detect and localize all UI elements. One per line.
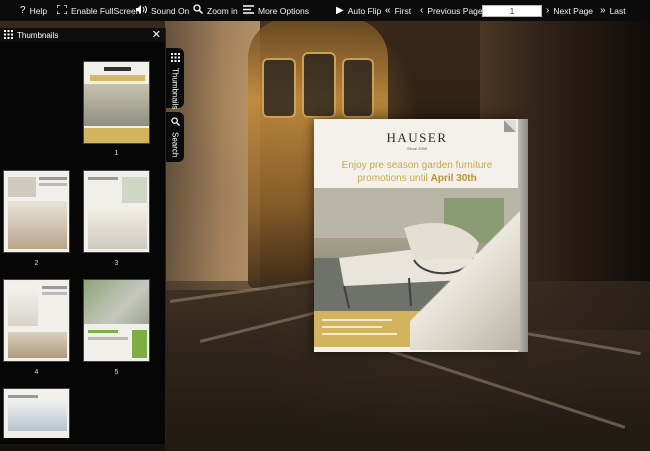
zoom-in-button[interactable]: Zoom in xyxy=(193,4,238,17)
magnifier-icon xyxy=(193,4,204,17)
tab-search[interactable]: Search xyxy=(166,112,184,162)
tab-search-label: Search xyxy=(170,132,180,158)
play-icon: ▶ xyxy=(336,4,344,16)
tram-window xyxy=(342,58,374,118)
next-page-button[interactable]: › Next Page xyxy=(546,4,593,16)
thumb-text xyxy=(88,330,118,333)
speaker-icon xyxy=(136,4,147,17)
panel-title: Thumbnails xyxy=(17,30,59,40)
thumb-text xyxy=(42,286,67,289)
headline-date: April 30th xyxy=(430,173,477,184)
thumb-photo xyxy=(84,280,149,324)
thumb-photo xyxy=(84,84,149,126)
thumb-brand xyxy=(104,67,131,71)
thumb-text xyxy=(88,177,118,180)
magazine-headline: Enjoy pre season garden furniture promot… xyxy=(314,159,520,185)
chevron-right-icon: › xyxy=(546,4,550,16)
thumbnail-page-1[interactable] xyxy=(83,61,150,144)
thumbnail-number: 2 xyxy=(34,260,39,267)
thumb-photo xyxy=(8,332,67,358)
thumbnail-list: 1 2 3 4 5 xyxy=(0,42,165,438)
thumb-info-bar xyxy=(84,128,149,143)
page-corner-top[interactable] xyxy=(504,120,516,132)
thumbnail-page-5[interactable] xyxy=(83,279,150,362)
grid-icon xyxy=(4,29,13,41)
top-toolbar: ? Help Enable FullScreen Sound On Zoom i… xyxy=(0,0,650,21)
sound-button[interactable]: Sound On xyxy=(136,4,189,17)
thumb-photo xyxy=(8,286,38,326)
thumb-photo xyxy=(8,177,36,197)
thumb-text xyxy=(88,337,128,340)
thumbnail-page-6[interactable] xyxy=(3,388,70,438)
fullscreen-icon xyxy=(56,3,68,17)
last-page-button[interactable]: » Last xyxy=(600,4,626,16)
double-left-arrow-icon: « xyxy=(385,4,391,16)
help-button[interactable]: ? Help xyxy=(20,4,47,16)
auto-flip-button[interactable]: ▶ Auto Flip xyxy=(336,4,381,16)
thumbnail-page-2[interactable] xyxy=(3,170,70,253)
search-icon xyxy=(170,117,180,128)
thumb-text xyxy=(39,183,67,186)
thumb-text xyxy=(39,177,67,180)
thumb-photo xyxy=(8,201,67,249)
thumbnail-page-4[interactable] xyxy=(3,279,70,362)
headline-line-1: Enjoy pre season garden furniture xyxy=(341,160,493,171)
tab-thumbnails[interactable]: Thumbnails xyxy=(166,48,184,110)
tab-thumbnails-label: Thumbnails xyxy=(170,68,180,110)
thumbnail-number: 3 xyxy=(114,260,119,267)
thumbnails-panel: Thumbnails ✕ 1 2 3 4 5 xyxy=(0,28,166,444)
previous-page-button[interactable]: ‹ Previous Page xyxy=(420,4,483,16)
double-right-arrow-icon: » xyxy=(600,4,606,16)
close-icon[interactable]: ✕ xyxy=(152,29,161,41)
thumb-headline xyxy=(90,75,145,81)
thumb-photo xyxy=(8,401,67,431)
chevron-left-icon: ‹ xyxy=(420,4,424,16)
headline-line-2: promotions until April 30th xyxy=(314,172,520,185)
thumbnails-panel-header: Thumbnails ✕ xyxy=(0,28,165,42)
page-curl-corner[interactable] xyxy=(410,205,520,350)
grid-icon xyxy=(170,53,180,64)
question-mark-icon: ? xyxy=(20,4,26,16)
thumbnail-number: 5 xyxy=(114,369,119,376)
tram-window xyxy=(262,58,296,118)
more-options-button[interactable]: More Options xyxy=(243,4,309,17)
thumb-photo xyxy=(88,207,147,249)
thumb-text xyxy=(42,292,67,295)
tram-window xyxy=(302,52,336,118)
info-text-line xyxy=(322,326,382,328)
headline-text: promotions until xyxy=(357,173,428,184)
thumbnail-number: 4 xyxy=(34,369,39,376)
first-page-button[interactable]: « First xyxy=(385,4,411,16)
thumbnail-page-3[interactable] xyxy=(83,170,150,253)
thumb-photo xyxy=(122,177,147,203)
magazine-brand: HAUSER xyxy=(386,130,448,145)
fullscreen-button[interactable]: Enable FullScreen xyxy=(56,3,140,17)
magazine-brand-subtitle: Since 1939 xyxy=(406,146,427,151)
thumbnail-number: 1 xyxy=(114,150,119,157)
thumb-product xyxy=(132,330,147,358)
list-options-icon xyxy=(243,4,254,17)
page-number-input[interactable] xyxy=(482,5,542,17)
info-text-line xyxy=(322,333,397,335)
thumb-text xyxy=(8,395,38,398)
info-text-line xyxy=(322,319,392,321)
